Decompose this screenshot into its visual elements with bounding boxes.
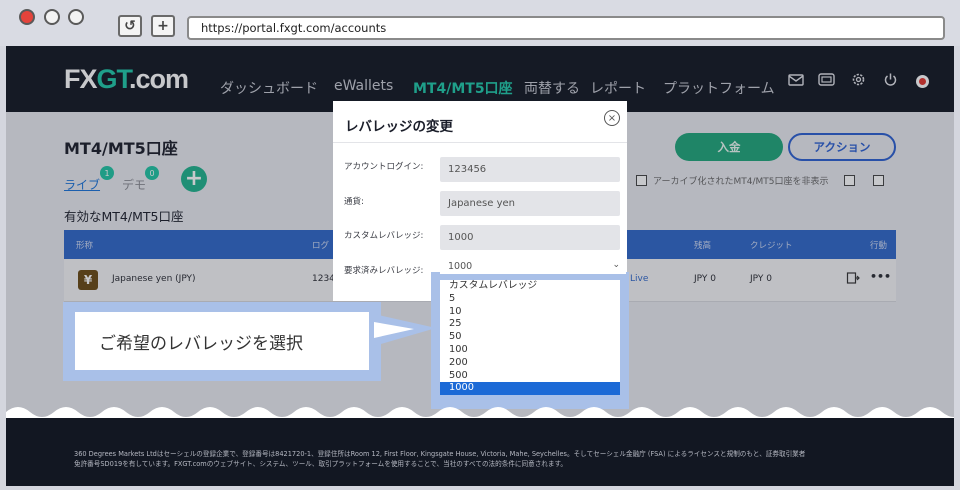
close-icon[interactable]: × bbox=[604, 110, 620, 126]
leverage-option[interactable]: カスタムレバレッジ bbox=[440, 280, 620, 293]
leverage-option[interactable]: 50 bbox=[440, 331, 620, 344]
instruction-callout: ご希望のレバレッジを選択 bbox=[75, 312, 369, 370]
login-field: 123456 bbox=[440, 157, 620, 182]
leverage-option[interactable]: 5 bbox=[440, 293, 620, 306]
login-label: アカウントログイン: bbox=[344, 162, 424, 172]
maximize-window-button[interactable] bbox=[68, 9, 84, 25]
chevron-down-icon: ⌄ bbox=[612, 260, 620, 270]
address-bar[interactable]: https://portal.fxgt.com/accounts bbox=[187, 16, 945, 40]
requested-leverage-label: 要求済みレバレッジ: bbox=[344, 266, 424, 276]
refresh-icon[interactable]: ↺ bbox=[118, 15, 142, 37]
modal-title: レバレッジの変更 bbox=[345, 119, 453, 135]
browser-toolbar: ↺ + https://portal.fxgt.com/accounts bbox=[0, 0, 960, 46]
page: FXGT.com ダッシュボード eWallets MT4/MT5口座 両替する… bbox=[6, 46, 954, 486]
leverage-option[interactable]: 500 bbox=[440, 370, 620, 383]
leverage-option[interactable]: 25 bbox=[440, 318, 620, 331]
new-tab-button[interactable]: + bbox=[151, 15, 175, 37]
leverage-option[interactable]: 10 bbox=[440, 306, 620, 319]
modal-divider bbox=[333, 142, 627, 143]
custom-leverage-label: カスタムレバレッジ: bbox=[344, 231, 424, 241]
callout-arrow bbox=[374, 314, 436, 346]
custom-leverage-field[interactable]: 1000 bbox=[440, 225, 620, 250]
close-window-button[interactable] bbox=[19, 9, 35, 25]
minimize-window-button[interactable] bbox=[44, 9, 60, 25]
leverage-option[interactable]: 1000 bbox=[440, 382, 620, 396]
footer-legal-line2: 免許番号SD019を有しています。FXGT.comのウェブサイト、システム、ツー… bbox=[74, 460, 567, 468]
leverage-option[interactable]: 100 bbox=[440, 344, 620, 357]
leverage-options-list: カスタムレバレッジ 5 10 25 50 100 200 500 1000 bbox=[440, 280, 620, 396]
leverage-option[interactable]: 200 bbox=[440, 357, 620, 370]
currency-label: 通貨: bbox=[344, 197, 364, 207]
site-footer: 360 Degrees Markets Ltdはセーシェルの登録企業で、登録番号… bbox=[6, 418, 954, 486]
footer-legal-line1: 360 Degrees Markets Ltdはセーシェルの登録企業で、登録番号… bbox=[74, 450, 806, 458]
requested-leverage-select[interactable]: 1000 ⌄ bbox=[440, 260, 626, 274]
currency-field: Japanese yen bbox=[440, 191, 620, 216]
